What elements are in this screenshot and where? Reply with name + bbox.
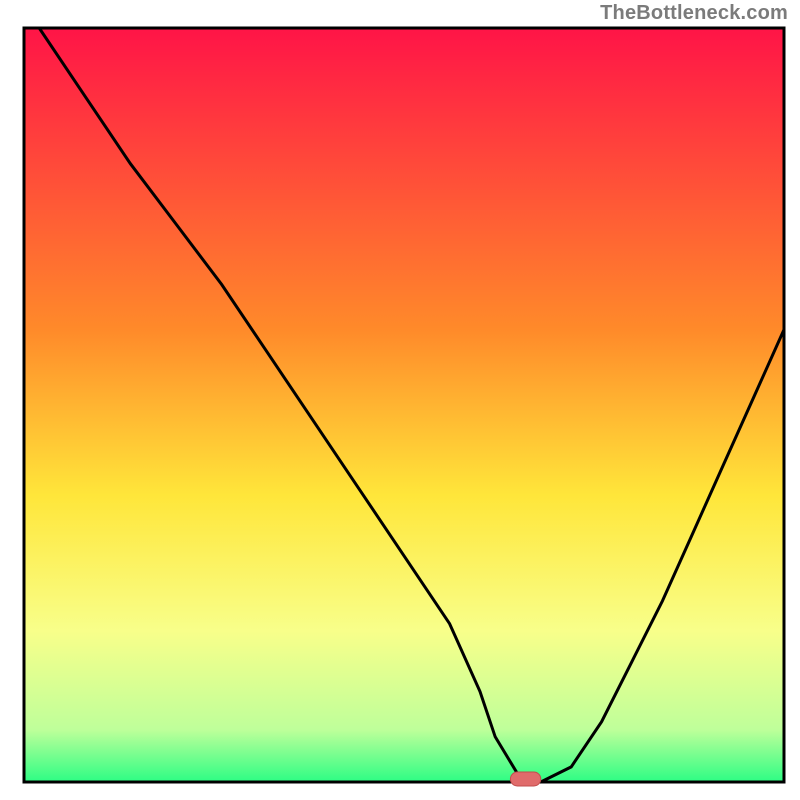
gradient-background xyxy=(24,28,784,782)
minimum-marker xyxy=(510,772,540,786)
plot-area xyxy=(24,28,784,786)
attribution-text: TheBottleneck.com xyxy=(600,2,788,25)
bottleneck-chart xyxy=(0,0,800,800)
